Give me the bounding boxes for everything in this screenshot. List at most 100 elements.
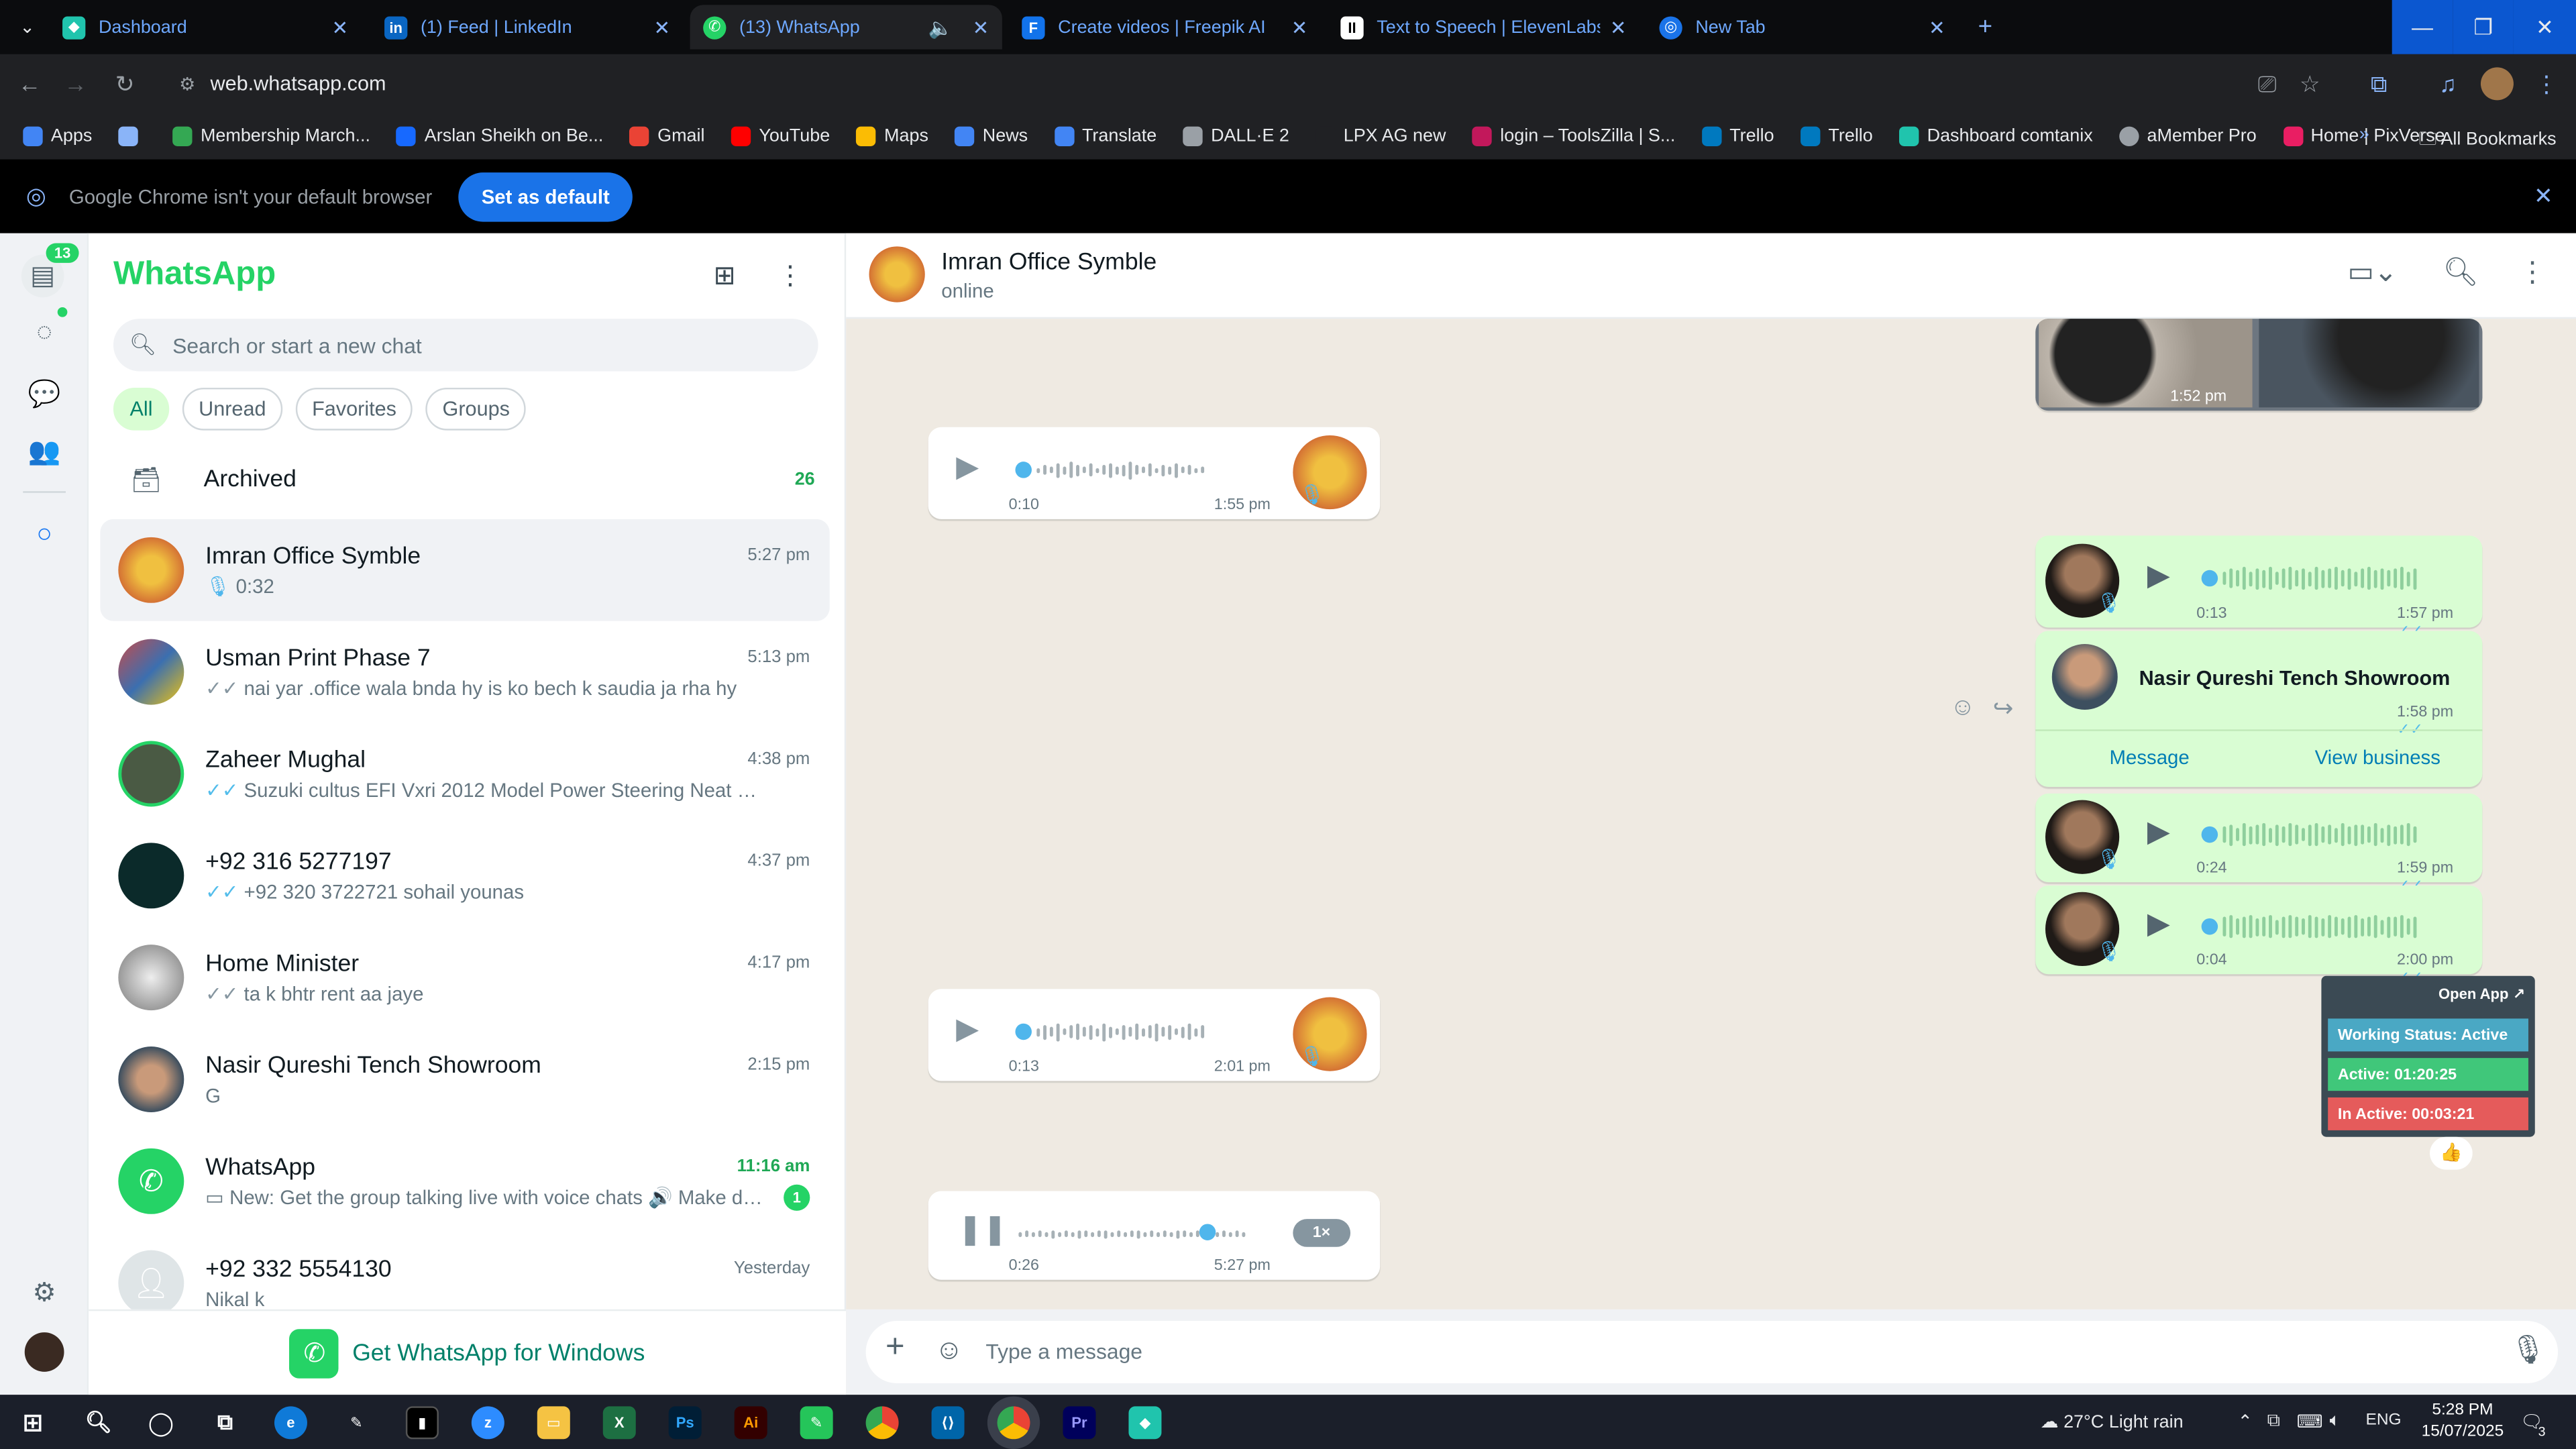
- close-icon[interactable]: ✕: [973, 15, 989, 38]
- voice-message-outgoing[interactable]: 🎙︎ ▶ 0:13 1:57 pm ✓✓: [2035, 535, 2483, 641]
- close-icon[interactable]: ✕: [1610, 15, 1627, 38]
- all-bookmarks-button[interactable]: 🗀 All Bookmarks: [2419, 125, 2557, 156]
- search-icon[interactable]: 🔍︎: [82, 1406, 115, 1439]
- tab-linkedin[interactable]: in (1) Feed | LinkedIn ✕: [371, 5, 683, 49]
- voice-message-outgoing[interactable]: 🎙︎ ▶ 0:24 1:59 pm ✓✓: [2035, 793, 2483, 896]
- weather-widget[interactable]: ☁ 27°C Light rain: [2041, 1411, 2184, 1432]
- browser-menu-icon[interactable]: ⋮: [2530, 67, 2563, 100]
- tab-dashboard[interactable]: ◆ Dashboard ✕: [49, 5, 361, 49]
- profile-avatar[interactable]: [24, 1332, 64, 1372]
- cortana-icon[interactable]: ◯: [145, 1406, 178, 1439]
- get-whatsapp-windows-banner[interactable]: ✆ Get WhatsApp for Windows: [89, 1309, 847, 1395]
- play-icon[interactable]: ▶: [2147, 815, 2170, 849]
- bookmark-apps[interactable]: Apps: [23, 126, 92, 146]
- photoshop-icon[interactable]: Ps: [668, 1406, 702, 1440]
- open-app-link[interactable]: Open App ↗: [2438, 985, 2525, 1004]
- bookmark-item[interactable]: DALL·E 2: [1183, 126, 1289, 146]
- filter-groups[interactable]: Groups: [426, 387, 527, 431]
- progress-dot[interactable]: [1015, 1023, 1032, 1040]
- volume-icon[interactable]: 🔈︎: [2330, 1411, 2341, 1433]
- search-input[interactable]: 🔍︎ Search or start a new chat: [113, 319, 818, 372]
- bookmark-item[interactable]: Trello: [1701, 126, 1774, 146]
- green-app-icon[interactable]: ✎: [800, 1406, 833, 1440]
- pen-icon[interactable]: ✎: [340, 1406, 373, 1439]
- status-icon[interactable]: ◌: [25, 314, 64, 354]
- app-icon[interactable]: ◆: [1128, 1406, 1162, 1440]
- waveform[interactable]: [1036, 458, 1205, 481]
- bookmark-item[interactable]: Membership March...: [172, 126, 370, 146]
- meta-ai-icon[interactable]: ○: [25, 516, 64, 555]
- bookmark-item[interactable]: Dashboard comtanix: [1898, 126, 2093, 146]
- profile-avatar[interactable]: [2480, 67, 2514, 101]
- menu-icon[interactable]: ⋮: [772, 258, 808, 294]
- archived-row[interactable]: 🗃 Archived 26: [89, 447, 846, 513]
- menu-icon[interactable]: ⋮: [2518, 256, 2546, 289]
- speaker-icon[interactable]: 🔈: [928, 15, 953, 38]
- voice-message-incoming[interactable]: ▶ 0:10 1:55 pm 🎙︎: [928, 427, 1381, 519]
- edge-icon[interactable]: e: [274, 1406, 307, 1440]
- bookmark-item[interactable]: Gmail: [629, 126, 705, 146]
- voice-message-playing[interactable]: ❚❚ 1× 0:26 5:27 pm: [928, 1191, 1381, 1280]
- bookmark-item[interactable]: YouTube: [731, 126, 830, 146]
- close-icon[interactable]: ✕: [1291, 15, 1308, 38]
- filter-all[interactable]: All: [113, 387, 170, 431]
- play-icon[interactable]: ▶: [2147, 907, 2170, 941]
- message-contact-button[interactable]: Message: [2109, 746, 2189, 769]
- mic-icon[interactable]: 🎙︎: [2510, 1334, 2546, 1367]
- progress-dot[interactable]: [2201, 570, 2218, 587]
- play-icon[interactable]: ▶: [956, 450, 979, 484]
- play-icon[interactable]: ▶: [2147, 559, 2170, 593]
- bookmark-item[interactable]: Trello: [1800, 126, 1873, 146]
- media-control-icon[interactable]: ♫: [2431, 67, 2464, 100]
- chat-row[interactable]: Zaheer Mughal ✓✓ Suzuki cultus EFI Vxri …: [100, 723, 829, 825]
- reload-icon[interactable]: ↻: [109, 67, 142, 100]
- avatar[interactable]: [869, 246, 925, 303]
- url-field[interactable]: ⚙ web.whatsapp.com: [164, 62, 2349, 105]
- progress-dot[interactable]: [2201, 918, 2218, 935]
- zoom-icon[interactable]: z: [471, 1406, 504, 1440]
- minimize-button[interactable]: —: [2392, 0, 2453, 54]
- more-bookmarks-icon[interactable]: »: [2359, 125, 2369, 144]
- bookmark-item[interactable]: LPX AG new: [1316, 126, 1446, 146]
- tray-chevron-icon[interactable]: ⌃: [2238, 1411, 2253, 1432]
- waveform[interactable]: [2222, 566, 2417, 590]
- search-icon[interactable]: 🔍︎: [2443, 256, 2479, 289]
- site-info-icon[interactable]: ⚙: [171, 67, 204, 100]
- emoji-reaction-icon[interactable]: ☺: [1950, 693, 1976, 721]
- illustrator-icon[interactable]: Ai: [734, 1406, 767, 1440]
- bookmark-star-icon[interactable]: ☆: [2294, 67, 2326, 100]
- clock[interactable]: 5:28 PM 15/07/2025: [2422, 1400, 2504, 1443]
- contact-card-message[interactable]: Nasir Qureshi Tench Showroom 1:58 pm ✓✓ …: [2035, 631, 2483, 788]
- plus-icon[interactable]: +: [885, 1329, 905, 1366]
- waveform[interactable]: [2222, 915, 2417, 938]
- chat-row[interactable]: Imran Office Symble 🎙︎ 0:32 5:27 pm: [100, 519, 830, 621]
- bookmark-item[interactable]: Translate: [1054, 126, 1157, 146]
- chrome-active-icon[interactable]: [997, 1406, 1030, 1440]
- close-window-button[interactable]: ✕: [2513, 0, 2576, 54]
- reaction-badge[interactable]: 👍: [2430, 1136, 2473, 1170]
- tab-elevenlabs[interactable]: II Text to Speech | ElevenLabs ✕: [1328, 5, 1640, 49]
- tab-search-button[interactable]: ⌄: [7, 5, 46, 49]
- tab-new-tab[interactable]: ◎ New Tab ✕: [1646, 5, 1958, 49]
- bookmark-item[interactable]: News: [955, 126, 1028, 146]
- chat-row[interactable]: Usman Print Phase 7 ✓✓ nai yar .office w…: [100, 621, 829, 723]
- set-as-default-button[interactable]: Set as default: [458, 171, 633, 221]
- new-tab-button[interactable]: +: [1965, 5, 2008, 49]
- close-icon[interactable]: ✕: [332, 15, 349, 38]
- language-indicator[interactable]: ENG: [2366, 1411, 2402, 1430]
- meet-now-icon[interactable]: ⧉: [2267, 1411, 2280, 1433]
- chat-row[interactable]: ✆ WhatsApp ▭ New: Get the group talking …: [100, 1130, 829, 1232]
- excel-icon[interactable]: X: [602, 1406, 636, 1440]
- close-icon[interactable]: ✕: [654, 15, 671, 38]
- chrome-icon[interactable]: [865, 1406, 899, 1440]
- progress-dot[interactable]: [2201, 826, 2218, 843]
- forward-icon[interactable]: ↪: [1993, 693, 2014, 723]
- tab-whatsapp[interactable]: ✆ (13) WhatsApp 🔈 ✕: [690, 5, 1002, 50]
- bookmark-item[interactable]: aMember Pro: [2118, 126, 2257, 146]
- network-icon[interactable]: ⌨: [2297, 1411, 2323, 1432]
- tab-groups-icon[interactable]: [118, 126, 147, 146]
- image-message[interactable]: 1:52 pm: [2035, 319, 2483, 411]
- voice-message-outgoing[interactable]: 🎙︎ ▶ 0:04 2:00 pm ✓✓: [2035, 885, 2483, 987]
- back-arrow-icon[interactable]: ←: [13, 67, 46, 100]
- bookmark-item[interactable]: Arslan Sheikh on Be...: [396, 126, 603, 146]
